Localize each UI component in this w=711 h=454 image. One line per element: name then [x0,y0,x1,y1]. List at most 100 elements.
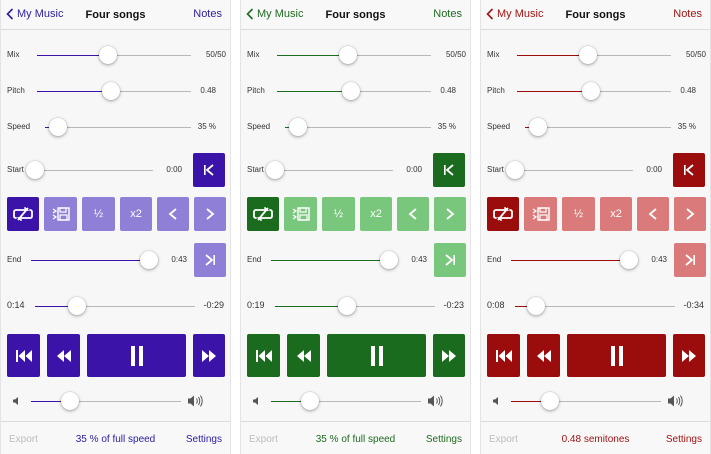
speed-slider[interactable] [285,118,431,136]
half-speed-button[interactable]: ½ [322,197,355,231]
rewind-button[interactable] [527,334,560,377]
volume-slider[interactable] [511,392,661,410]
back-button[interactable]: My Music [486,8,543,20]
nudge-forward-button[interactable] [434,197,466,231]
playback-progress-thumb[interactable] [338,297,356,315]
volume-slider-thumb[interactable] [541,392,559,410]
pitch-slider[interactable] [277,82,431,100]
start-slider-thumb[interactable] [506,161,524,179]
mix-slider-thumb[interactable] [98,46,117,64]
speed-slider-thumb[interactable] [289,118,308,136]
end-slider[interactable] [511,251,638,269]
rewind-to-start-button[interactable] [7,334,40,377]
set-end-button[interactable] [434,243,466,277]
fast-forward-button[interactable] [193,334,225,377]
start-slider[interactable] [266,161,393,179]
playback-progress-thumb[interactable] [67,297,86,315]
back-button[interactable]: My Music [6,8,63,20]
start-slider[interactable] [506,161,633,179]
playback-progress-slider[interactable] [275,297,435,315]
pitch-slider[interactable] [37,82,191,100]
loop-toggle-button[interactable] [7,197,39,231]
mix-slider-thumb[interactable] [578,46,597,64]
set-end-button[interactable] [674,243,706,277]
notes-button[interactable]: Notes [433,8,462,20]
loop-icon [13,207,33,221]
playback-progress-slider[interactable] [515,297,675,315]
end-slider-thumb[interactable] [140,251,158,269]
pitch-slider-thumb[interactable] [101,82,120,100]
pitch-slider-thumb[interactable] [581,82,600,100]
start-slider[interactable] [26,161,153,179]
export-button[interactable]: Export [9,434,38,445]
save-loop-button[interactable] [284,197,317,231]
volume-slider[interactable] [271,392,421,410]
export-button[interactable]: Export [249,434,278,445]
settings-button[interactable]: Settings [426,434,462,445]
set-start-button[interactable] [433,153,465,187]
rewind-to-start-button[interactable] [487,334,520,377]
set-start-button[interactable] [193,153,225,187]
start-value: 0:00 [406,165,422,174]
rewind-to-start-button[interactable] [247,334,280,377]
fast-forward-button[interactable] [433,334,465,377]
play-pause-button[interactable] [567,334,666,377]
pitch-slider[interactable] [517,82,671,100]
end-slider-thumb[interactable] [380,251,398,269]
skip-to-end-icon [685,254,695,266]
speed-slider-thumb[interactable] [49,118,68,136]
nudge-forward-button[interactable] [674,197,706,231]
end-slider-thumb[interactable] [620,251,638,269]
mix-slider[interactable] [517,46,671,64]
notes-button[interactable]: Notes [673,8,702,20]
set-start-button[interactable] [673,153,705,187]
speaker-low-icon [13,397,18,405]
export-button[interactable]: Export [489,434,518,445]
volume-slider-thumb[interactable] [61,392,79,410]
pitch-slider-thumb[interactable] [341,82,360,100]
playback-progress-thumb[interactable] [526,297,545,315]
settings-button[interactable]: Settings [666,434,702,445]
start-slider-thumb[interactable] [266,161,284,179]
play-pause-button[interactable] [327,334,426,377]
start-slider-thumb[interactable] [26,161,44,179]
speed-slider-thumb[interactable] [529,118,548,136]
double-speed-button[interactable]: x2 [360,197,392,231]
playback-progress-slider[interactable] [35,297,195,315]
rewind-button[interactable] [287,334,320,377]
speed-slider[interactable] [525,118,671,136]
volume-slider[interactable] [31,392,181,410]
nudge-back-button[interactable] [157,197,189,231]
speaker-low-icon [253,397,258,405]
save-loop-button[interactable] [524,197,557,231]
end-slider[interactable] [271,251,398,269]
half-speed-button[interactable]: ½ [562,197,595,231]
navigation-bar: My Music Four songs Notes [1,0,230,30]
half-speed-button[interactable]: ½ [82,197,115,231]
save-loop-button[interactable] [44,197,77,231]
double-speed-label: x2 [130,208,142,220]
speaker-low-icon [493,397,498,405]
mix-slider[interactable] [37,46,191,64]
double-speed-button[interactable]: x2 [120,197,152,231]
double-speed-button[interactable]: x2 [600,197,632,231]
back-button[interactable]: My Music [246,8,303,20]
mix-slider-thumb[interactable] [338,46,357,64]
fast-forward-button[interactable] [673,334,705,377]
speed-slider[interactable] [45,118,191,136]
play-pause-button[interactable] [87,334,186,377]
mix-slider[interactable] [277,46,431,64]
end-slider[interactable] [31,251,158,269]
settings-button[interactable]: Settings [186,434,222,445]
set-end-button[interactable] [194,243,226,277]
nudge-forward-button[interactable] [194,197,226,231]
elapsed-time: 0:19 [247,300,265,310]
volume-slider-thumb[interactable] [301,392,319,410]
loop-toggle-button[interactable] [487,197,519,231]
nudge-back-button[interactable] [397,197,429,231]
rewind-to-start-icon [15,349,32,362]
nudge-back-button[interactable] [637,197,669,231]
rewind-button[interactable] [47,334,80,377]
loop-toggle-button[interactable] [247,197,279,231]
notes-button[interactable]: Notes [193,8,222,20]
